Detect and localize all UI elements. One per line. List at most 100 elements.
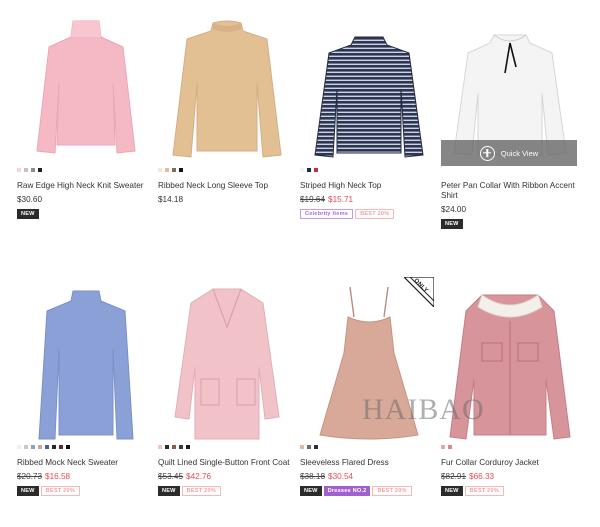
color-swatch[interactable] <box>17 168 21 172</box>
new-badge: NEW <box>441 486 463 496</box>
color-swatches <box>158 445 296 450</box>
quick-view-button[interactable]: Quick View <box>441 140 577 166</box>
color-swatch[interactable] <box>179 168 183 172</box>
product-image[interactable] <box>300 287 438 443</box>
new-badge: NEW <box>441 219 463 229</box>
quick-view-label: Quick View <box>500 148 539 158</box>
celeb-badge: Celebrity Items <box>300 209 354 219</box>
product-card[interactable]: Striped High Neck Top $19.64 $15.71 Celeb… <box>300 10 438 219</box>
color-swatches <box>17 168 155 173</box>
badge-row: NEW <box>17 209 155 219</box>
product-price: $82.91 $66.33 <box>441 472 495 481</box>
flared-dress-illustration <box>319 287 419 440</box>
product-grid: Raw Edge High Neck Knit Sweater $30.60 N… <box>0 0 600 527</box>
color-swatches <box>441 168 579 173</box>
color-swatch[interactable] <box>45 445 49 449</box>
color-swatch[interactable] <box>31 445 35 449</box>
color-swatch[interactable] <box>179 445 183 449</box>
product-card[interactable]: Ribbed Mock Neck Sweater $20.73 $16.58 NE… <box>17 287 155 496</box>
color-swatches <box>300 168 438 173</box>
color-swatch[interactable] <box>158 445 162 449</box>
color-swatches <box>441 445 579 450</box>
product-price: $53.45 $42.76 <box>158 472 212 481</box>
color-swatch[interactable] <box>300 168 304 172</box>
product-name[interactable]: Sleeveless Flared Dress <box>300 458 438 468</box>
color-swatch[interactable] <box>448 445 452 449</box>
pink-sweater-illustration <box>36 20 136 154</box>
product-image[interactable] <box>300 10 438 166</box>
striped-top-illustration <box>314 36 424 158</box>
product-name[interactable]: Peter Pan Collar With Ribbon Accent Shir… <box>441 181 579 201</box>
badge-row: NEW Dresses NO.2 BEST 20% <box>300 486 438 496</box>
pink-coat-illustration <box>174 288 280 440</box>
product-image[interactable] <box>17 287 155 443</box>
color-swatch[interactable] <box>172 168 176 172</box>
color-swatch[interactable] <box>17 445 21 449</box>
color-swatch[interactable] <box>307 445 311 449</box>
product-card[interactable]: Fur Collar Corduroy Jacket $82.91 $66.33 … <box>441 287 579 496</box>
blue-sweater-illustration <box>38 290 134 440</box>
product-card[interactable]: Raw Edge High Neck Knit Sweater $30.60 N… <box>17 10 155 219</box>
product-name[interactable]: Raw Edge High Neck Knit Sweater <box>17 181 155 191</box>
corduroy-jacket-illustration <box>449 294 571 440</box>
color-swatch[interactable] <box>300 445 304 449</box>
color-swatch[interactable] <box>158 168 162 172</box>
dress-badge: Dresses NO.2 <box>323 486 371 496</box>
best-badge: BEST 20% <box>464 486 504 496</box>
color-swatch[interactable] <box>314 168 318 172</box>
best-badge: BEST 20% <box>181 486 221 496</box>
product-card[interactable]: Quick View Peter Pan Collar With Ribbon … <box>441 10 579 229</box>
product-price: $14.18 <box>158 195 184 204</box>
color-swatch[interactable] <box>66 445 70 449</box>
color-swatch[interactable] <box>52 445 56 449</box>
product-name[interactable]: Ribbed Neck Long Sleeve Top <box>158 181 296 191</box>
new-badge: NEW <box>17 486 39 496</box>
color-swatch[interactable] <box>165 445 169 449</box>
color-swatch[interactable] <box>186 445 190 449</box>
color-swatch[interactable] <box>38 168 42 172</box>
plus-circle-icon <box>479 145 495 161</box>
badge-row <box>158 209 296 219</box>
product-price: $30.60 <box>17 195 43 204</box>
product-card[interactable]: Ribbed Neck Long Sleeve Top $14.18 <box>158 10 296 219</box>
color-swatch[interactable] <box>59 445 63 449</box>
product-price: $38.18 $30.54 <box>300 472 354 481</box>
badge-row: NEW BEST 20% <box>17 486 155 496</box>
product-image[interactable] <box>441 287 579 443</box>
product-card[interactable]: Quilt Lined Single-Button Front Coat $53… <box>158 287 296 496</box>
product-card[interactable]: Sleeveless Flared Dress $38.18 $30.54 NEW… <box>300 287 438 496</box>
new-badge: NEW <box>300 486 322 496</box>
product-image[interactable] <box>158 10 296 166</box>
color-swatches <box>17 445 155 450</box>
product-image[interactable]: Quick View <box>441 10 579 166</box>
new-badge: NEW <box>17 209 39 219</box>
badge-row: NEW BEST 20% <box>158 486 296 496</box>
product-name[interactable]: Striped High Neck Top <box>300 181 438 191</box>
beige-top-illustration <box>172 20 282 158</box>
product-price: $19.64 $15.71 <box>300 195 354 204</box>
product-name[interactable]: Fur Collar Corduroy Jacket <box>441 458 579 468</box>
color-swatch[interactable] <box>38 445 42 449</box>
color-swatch[interactable] <box>24 445 28 449</box>
badge-row: NEW BEST 20% <box>441 486 579 496</box>
color-swatch[interactable] <box>31 168 35 172</box>
best-badge: BEST 20% <box>355 209 395 219</box>
best-badge: BEST 20% <box>40 486 80 496</box>
color-swatches <box>300 445 438 450</box>
color-swatch[interactable] <box>165 168 169 172</box>
color-swatch[interactable] <box>24 168 28 172</box>
product-image[interactable] <box>17 10 155 166</box>
color-swatches <box>158 168 296 173</box>
product-name[interactable]: Quilt Lined Single-Button Front Coat <box>158 458 296 468</box>
color-swatch[interactable] <box>314 445 318 449</box>
product-price: $24.00 <box>441 205 467 214</box>
product-image[interactable] <box>158 287 296 443</box>
product-name[interactable]: Ribbed Mock Neck Sweater <box>17 458 155 468</box>
color-swatch[interactable] <box>172 445 176 449</box>
badge-row: NEW <box>441 219 579 229</box>
badge-row: Celebrity Items BEST 20% <box>300 209 438 219</box>
best-badge: BEST 20% <box>372 486 412 496</box>
color-swatch[interactable] <box>441 445 445 449</box>
color-swatch[interactable] <box>307 168 311 172</box>
new-badge: NEW <box>158 486 180 496</box>
